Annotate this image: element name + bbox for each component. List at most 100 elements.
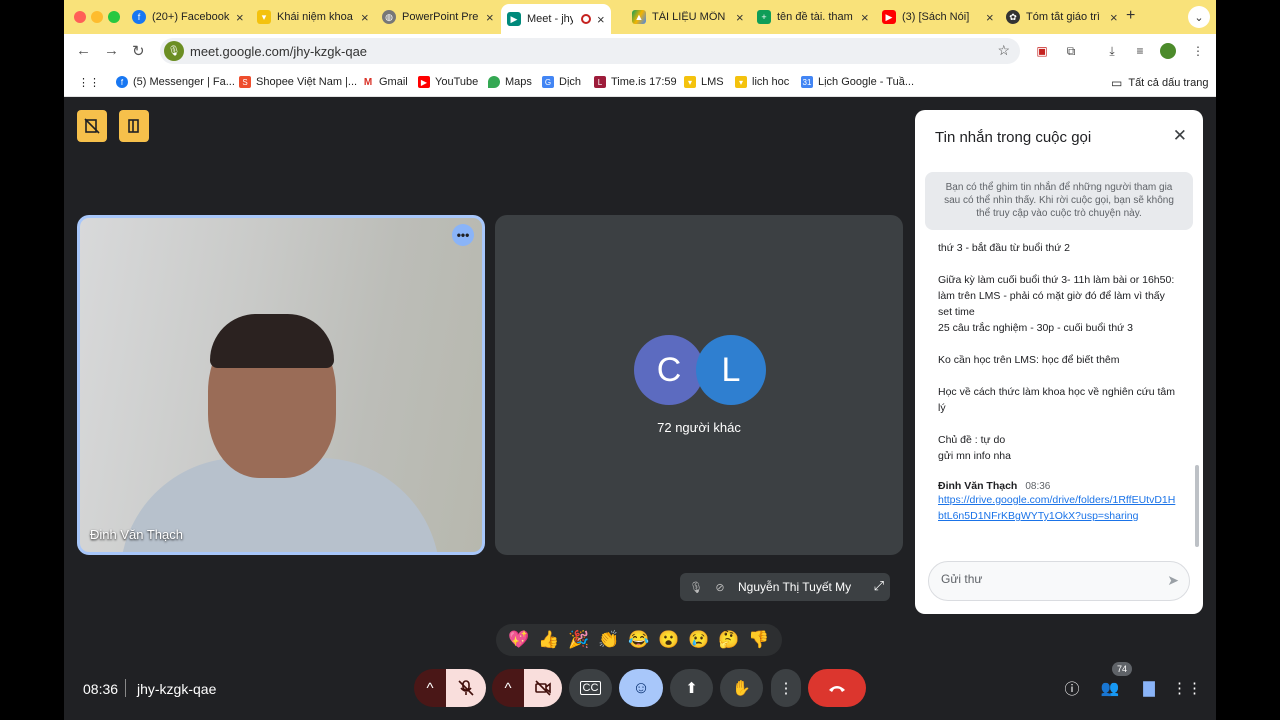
send-icon[interactable]: ➤ [1167,572,1179,589]
new-tab-button[interactable]: + [1126,7,1135,25]
tab-powerpoint[interactable]: ◍ PowerPoint Pre × [382,5,494,29]
more-menu-icon[interactable]: ⋮ [1190,43,1206,59]
chat-gap [938,464,1178,480]
reaction-party[interactable]: 🎉 [568,630,589,650]
bookmark-label: Dịch [559,76,582,88]
meet-icon: ▶ [507,12,521,26]
bookmark-label: (5) Messenger | Fa... [133,76,235,88]
close-icon[interactable]: ✕ [1173,126,1187,146]
no-video-file-icon [84,118,100,134]
captions-button[interactable]: CC [569,669,612,707]
forward-arrow-icon[interactable]: → [104,42,119,59]
reactions-bar: 💖 👍 🎉 👏 😂 😮 😢 🤔 👎 [496,624,782,656]
reaction-sad[interactable]: 😢 [688,630,709,650]
all-bookmarks-folder[interactable]: ▭ Tất cả dấu trang [1111,76,1208,90]
bookmark-star-icon[interactable]: ☆ [997,42,1010,59]
url-text[interactable]: meet.google.com/jhy-kzgk-qae [190,44,367,59]
tab-meet[interactable]: ▶ Meet - jhy- × [501,4,611,34]
reaction-heart[interactable]: 💖 [508,630,529,650]
bookmark-maps[interactable]: Maps [488,76,532,88]
reactions-button[interactable]: ☺ [619,669,663,707]
mic-in-use-icon[interactable]: 🎙 [164,41,184,61]
host-controls-button[interactable] [77,110,107,142]
tab-facebook[interactable]: f (20+) Facebook × [132,5,244,29]
bookmark-lms[interactable]: ▾ LMS [684,76,724,88]
reaction-thumbs-up[interactable]: 👍 [538,630,559,650]
back-arrow-icon[interactable]: ← [76,42,91,59]
globe-icon: ◍ [382,10,396,24]
speaker-name: Đinh Văn Thạch [90,527,183,542]
bookmark-label: lich hoc [752,76,790,88]
extension-screencast-icon[interactable]: ▣ [1034,43,1050,59]
meeting-info-icon[interactable]: ⓘ [1062,678,1082,698]
others-tile[interactable]: C L 72 người khác [495,215,903,555]
reload-icon[interactable]: ↻ [132,42,145,60]
download-icon[interactable]: ⤓ [1104,43,1120,59]
tab-khai-niem[interactable]: ▾ Khái niệm khoa × [257,5,369,29]
close-tab-icon[interactable]: × [736,10,744,25]
tab-tom-tat[interactable]: ✿ Tóm tắt giáo trì × [1006,5,1118,29]
speaker-video-tile[interactable]: ••• Đinh Văn Thạch [77,215,485,555]
bookmark-shopee[interactable]: S Shopee Việt Nam |... [239,76,357,88]
raise-hand-button[interactable]: ✋ [720,669,763,707]
close-tab-icon[interactable]: × [236,10,244,25]
self-view-minimized[interactable]: 🎙 ⊘ Nguyễn Thị Tuyết My ⤢ [680,573,890,601]
reaction-surprised[interactable]: 😮 [658,630,679,650]
bookmark-label: Tất cả dấu trang [1128,77,1209,89]
end-call-button[interactable] [808,669,866,707]
chat-title: Tin nhắn trong cuộc gọi [935,129,1092,146]
audio-settings-button[interactable]: ^ [414,669,446,707]
bookmark-messenger[interactable]: f (5) Messenger | Fa... [116,76,235,88]
reaction-clap[interactable]: 👏 [598,630,619,650]
close-tab-icon[interactable]: × [486,10,494,25]
video-settings-button[interactable]: ^ [492,669,524,707]
profile-avatar-icon[interactable] [1160,43,1176,59]
reaction-thumbs-down[interactable]: 👎 [748,630,769,650]
tab-search-icon[interactable]: ⌄ [1188,6,1210,28]
bookmark-gmail[interactable]: M Gmail [362,76,408,88]
bookmark-lich-hoc[interactable]: ▾ lich hoc [735,76,789,88]
tab-sach-noi[interactable]: ▶ (3) [Sách Nói] × [882,5,994,29]
close-tab-icon[interactable]: × [1110,10,1118,25]
mic-off-icon [458,680,474,696]
emoji-icon: ☺ [632,678,650,697]
bookmark-calendar[interactable]: 31 Lịch Google - Tuầ... [801,76,914,88]
reaction-laugh[interactable]: 😂 [628,630,649,650]
expand-icon[interactable]: ⤢ [874,578,884,594]
extensions-puzzle-icon[interactable]: ⧉ [1063,43,1079,59]
mic-toggle-button[interactable] [446,669,486,707]
address-bar[interactable]: 🎙 meet.google.com/jhy-kzgk-qae ☆ [160,38,1020,64]
close-tab-icon[interactable]: × [361,10,369,25]
drive-link[interactable]: https://drive.google.com/drive/folders/1… [938,492,1178,524]
more-options-button[interactable]: ⋮ [771,669,801,707]
close-tab-icon[interactable]: × [986,10,994,25]
close-tab-icon[interactable]: × [861,10,869,25]
chat-message-input[interactable] [941,572,1151,586]
facebook-icon: f [132,10,146,24]
tab-ten-de-tai[interactable]: + tên đề tài. tham × [757,5,869,29]
bookmark-dich[interactable]: G Dịch [542,76,581,88]
bookmark-youtube[interactable]: ▶ YouTube [418,76,478,88]
minimize-window-button[interactable] [91,11,103,23]
meeting-time: 08:36 [83,681,119,697]
media-controls-icon[interactable]: ≡ [1132,43,1148,59]
apps-grid-icon[interactable]: ⋮⋮ [78,76,100,89]
chat-icon[interactable]: ▇ [1139,678,1159,698]
close-tab-icon[interactable]: × [597,12,605,27]
tab-tai-lieu[interactable]: ▲ TÀI LIỆU MÔN × [632,5,744,29]
tile-more-options-button[interactable]: ••• [452,224,474,246]
camera-toggle-button[interactable] [524,669,562,707]
chat-message-line: Giữa kỳ làm cuối buổi thứ 3- 11h làm bài… [938,274,1175,318]
present-screen-button[interactable]: ⬆ [670,669,713,707]
bookmark-timeis[interactable]: L Time.is 17:59 [594,76,677,88]
meeting-door-button[interactable] [119,110,149,142]
browser-tab-strip: f (20+) Facebook × ▾ Khái niệm khoa × ◍ … [64,0,1216,34]
chat-gap [938,256,1178,272]
activities-grid-icon[interactable]: ⋮⋮ [1172,678,1202,698]
chat-input-box[interactable]: ➤ [928,561,1190,601]
people-icon[interactable]: 👥 [1100,678,1120,698]
chat-scrollbar[interactable] [1195,465,1199,547]
zoom-window-button[interactable] [108,11,120,23]
reaction-thinking[interactable]: 🤔 [718,630,739,650]
close-window-button[interactable] [74,11,86,23]
